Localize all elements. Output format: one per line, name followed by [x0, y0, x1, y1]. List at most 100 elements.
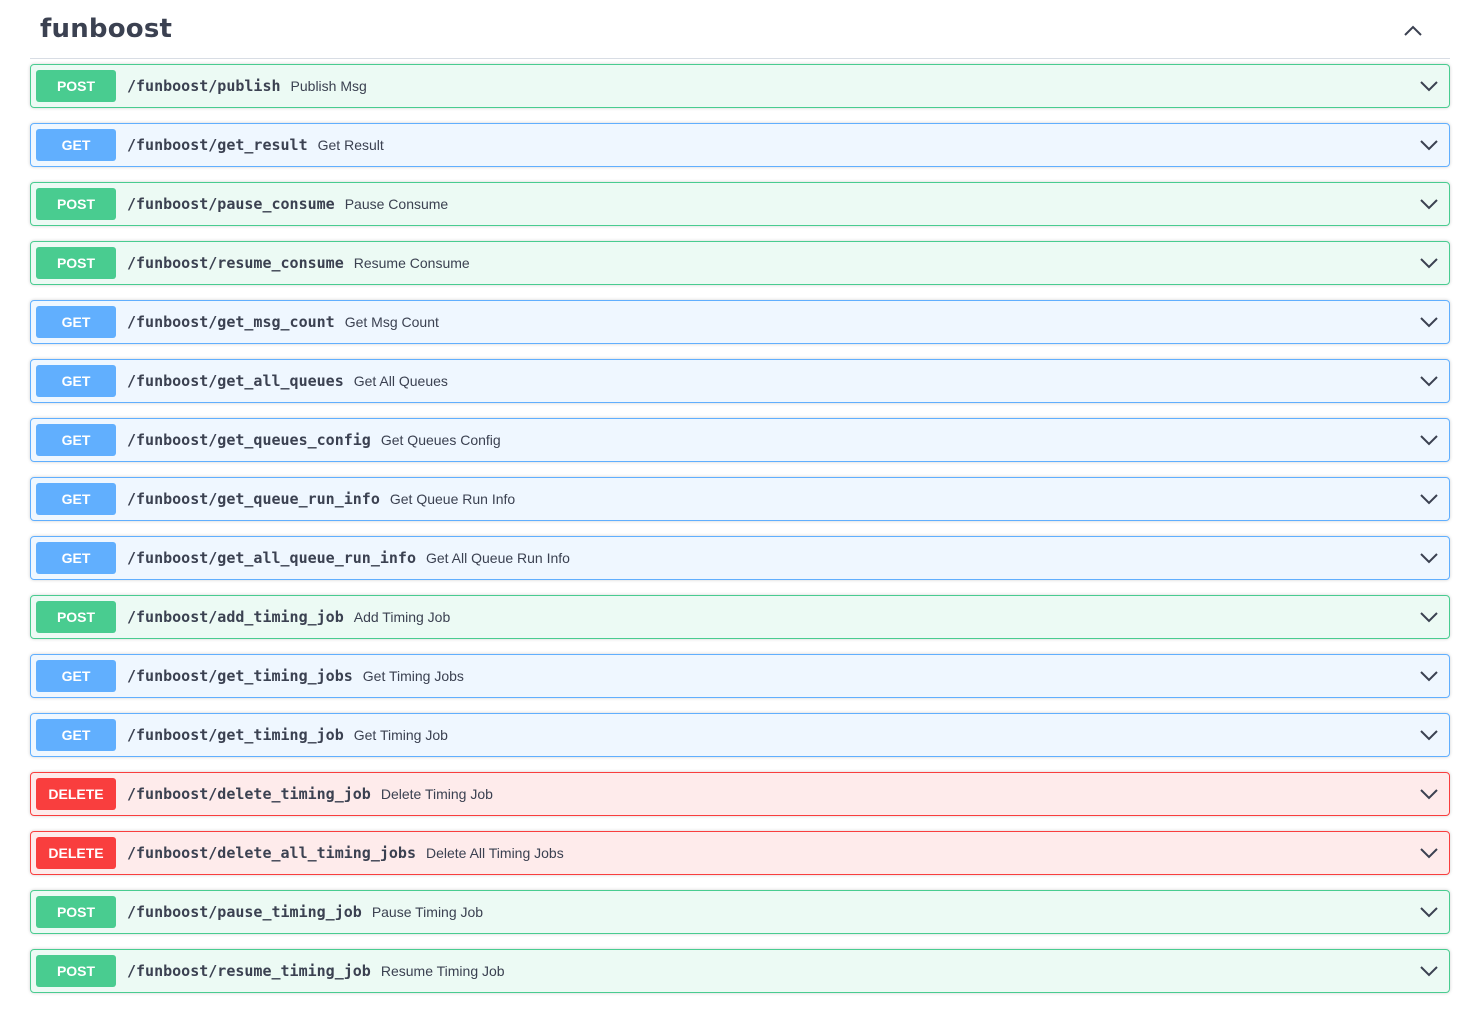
expand-button[interactable]	[1419, 725, 1439, 745]
operation-get[interactable]: GET/funboost/get_queue_run_info Get Queue…	[30, 477, 1450, 521]
operation-summary: /funboost/delete_all_timing_jobs Delete A…	[127, 832, 564, 874]
method-badge: POST	[36, 70, 116, 102]
method-badge: POST	[36, 188, 116, 220]
operation-get[interactable]: GET/funboost/get_all_queue_run_info Get A…	[30, 536, 1450, 580]
operation-post[interactable]: POST/funboost/add_timing_job Add Timing J…	[30, 595, 1450, 639]
chevron-down-icon	[1420, 671, 1438, 682]
expand-button[interactable]	[1419, 371, 1439, 391]
operation-get[interactable]: GET/funboost/get_queues_config Get Queues…	[30, 418, 1450, 462]
operation-post[interactable]: POST/funboost/publish Publish Msg	[30, 64, 1450, 108]
operation-path: /funboost/get_msg_count	[127, 313, 335, 331]
operation-summary: /funboost/get_queue_run_info Get Queue Ru…	[127, 478, 515, 520]
operation-description: Get Queues Config	[380, 432, 501, 448]
expand-button[interactable]	[1419, 194, 1439, 214]
operation-description: Get Queue Run Info	[389, 491, 516, 507]
operation-summary: /funboost/resume_timing_job Resume Timing…	[127, 950, 505, 992]
operation-summary: /funboost/resume_consume Resume Consume	[127, 242, 470, 284]
expand-button[interactable]	[1419, 961, 1439, 981]
chevron-down-icon	[1420, 199, 1438, 210]
operation-summary: /funboost/delete_timing_job Delete Timing…	[127, 773, 493, 815]
operation-path: /funboost/resume_consume	[127, 254, 344, 272]
operation-summary: /funboost/get_queues_config Get Queues Co…	[127, 419, 501, 461]
chevron-down-icon	[1420, 907, 1438, 918]
collapse-button[interactable]	[1402, 20, 1424, 42]
operation-post[interactable]: POST/funboost/pause_consume Pause Consume	[30, 182, 1450, 226]
operation-path: /funboost/delete_timing_job	[127, 785, 371, 803]
operation-summary: /funboost/publish Publish Msg	[127, 65, 367, 107]
operation-path: /funboost/get_queues_config	[127, 431, 371, 449]
expand-button[interactable]	[1419, 135, 1439, 155]
chevron-down-icon	[1420, 140, 1438, 151]
operation-path: /funboost/resume_timing_job	[127, 962, 371, 980]
method-badge: POST	[36, 601, 116, 633]
tag-title: funboost	[40, 14, 173, 44]
operation-path: /funboost/get_queue_run_info	[127, 490, 380, 508]
method-badge: GET	[36, 365, 116, 397]
operation-path: /funboost/get_result	[127, 136, 308, 154]
chevron-down-icon	[1420, 730, 1438, 741]
operation-description: Get Result	[317, 137, 384, 153]
operation-description: Pause Consume	[344, 196, 449, 212]
expand-button[interactable]	[1419, 607, 1439, 627]
method-badge: GET	[36, 483, 116, 515]
operation-path: /funboost/get_timing_job	[127, 726, 344, 744]
operation-path: /funboost/add_timing_job	[127, 608, 344, 626]
operation-description: Delete Timing Job	[380, 786, 493, 802]
chevron-down-icon	[1420, 553, 1438, 564]
expand-button[interactable]	[1419, 253, 1439, 273]
operation-path: /funboost/publish	[127, 77, 281, 95]
operation-post[interactable]: POST/funboost/pause_timing_job Pause Timi…	[30, 890, 1450, 934]
operation-summary: /funboost/get_result Get Result	[127, 124, 384, 166]
operation-get[interactable]: GET/funboost/get_result Get Result	[30, 123, 1450, 167]
expand-button[interactable]	[1419, 76, 1439, 96]
operation-get[interactable]: GET/funboost/get_timing_jobs Get Timing J…	[30, 654, 1450, 698]
operation-description: Add Timing Job	[353, 609, 451, 625]
method-badge: GET	[36, 424, 116, 456]
operation-path: /funboost/get_all_queue_run_info	[127, 549, 416, 567]
operation-description: Get Msg Count	[344, 314, 439, 330]
tag-header[interactable]: funboost	[30, 0, 1450, 59]
method-badge: GET	[36, 660, 116, 692]
operation-description: Resume Consume	[353, 255, 470, 271]
expand-button[interactable]	[1419, 784, 1439, 804]
operation-get[interactable]: GET/funboost/get_msg_count Get Msg Count	[30, 300, 1450, 344]
operation-summary: /funboost/get_timing_jobs Get Timing Jobs	[127, 655, 464, 697]
method-badge: DELETE	[36, 778, 116, 810]
expand-button[interactable]	[1419, 430, 1439, 450]
chevron-down-icon	[1420, 81, 1438, 92]
operation-description: Get All Queue Run Info	[425, 550, 570, 566]
operation-delete[interactable]: DELETE/funboost/delete_all_timing_jobs De…	[30, 831, 1450, 875]
expand-button[interactable]	[1419, 312, 1439, 332]
chevron-down-icon	[1420, 612, 1438, 623]
operation-path: /funboost/delete_all_timing_jobs	[127, 844, 416, 862]
chevron-down-icon	[1420, 317, 1438, 328]
method-badge: GET	[36, 129, 116, 161]
expand-button[interactable]	[1419, 489, 1439, 509]
method-badge: POST	[36, 247, 116, 279]
operation-get[interactable]: GET/funboost/get_timing_job Get Timing Jo…	[30, 713, 1450, 757]
operation-delete[interactable]: DELETE/funboost/delete_timing_job Delete …	[30, 772, 1450, 816]
operation-path: /funboost/pause_timing_job	[127, 903, 362, 921]
chevron-down-icon	[1420, 376, 1438, 387]
method-badge: POST	[36, 896, 116, 928]
operation-path: /funboost/pause_consume	[127, 195, 335, 213]
expand-button[interactable]	[1419, 548, 1439, 568]
operation-summary: /funboost/get_all_queues Get All Queues	[127, 360, 448, 402]
operation-get[interactable]: GET/funboost/get_all_queues Get All Queue…	[30, 359, 1450, 403]
operation-description: Pause Timing Job	[371, 904, 484, 920]
chevron-down-icon	[1420, 494, 1438, 505]
operation-path: /funboost/get_timing_jobs	[127, 667, 353, 685]
operation-description: Publish Msg	[290, 78, 367, 94]
chevron-up-icon	[1404, 25, 1422, 36]
operation-post[interactable]: POST/funboost/resume_consume Resume Consu…	[30, 241, 1450, 285]
chevron-down-icon	[1420, 966, 1438, 977]
chevron-down-icon	[1420, 258, 1438, 269]
expand-button[interactable]	[1419, 666, 1439, 686]
operation-post[interactable]: POST/funboost/resume_timing_job Resume Ti…	[30, 949, 1450, 993]
operation-description: Get Timing Job	[353, 727, 448, 743]
operation-summary: /funboost/pause_timing_job Pause Timing J…	[127, 891, 483, 933]
expand-button[interactable]	[1419, 902, 1439, 922]
expand-button[interactable]	[1419, 843, 1439, 863]
operation-summary: /funboost/get_all_queue_run_info Get All …	[127, 537, 570, 579]
tag-section: funboost POST/funboost/publish Publish Ms…	[30, 0, 1450, 993]
